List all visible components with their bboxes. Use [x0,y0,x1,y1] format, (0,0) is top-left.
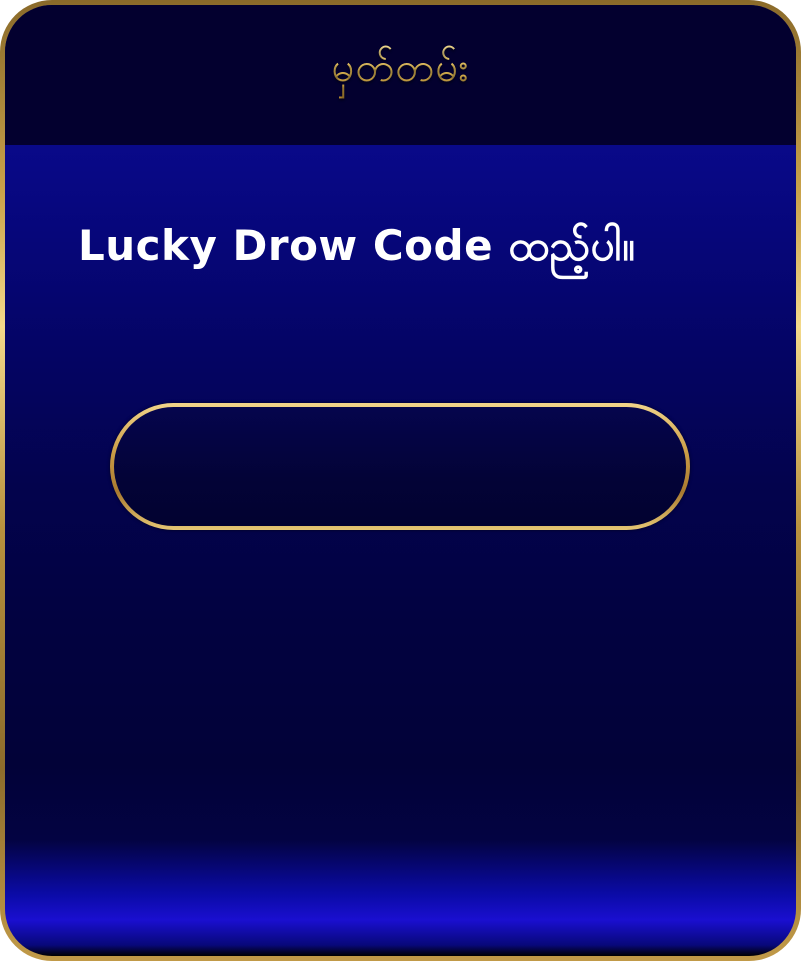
code-prompt-label: Lucky Drow Code ထည့်ပါ။ [78,221,636,270]
lucky-draw-code-input[interactable] [114,407,686,526]
dialog-frame: မှတ်တမ်း Lucky Drow Code ထည့်ပါ။ [0,0,801,961]
dialog-title: မှတ်တမ်း [332,42,470,101]
dialog-panel: မှတ်တမ်း Lucky Drow Code ထည့်ပါ။ [5,5,796,956]
dialog-header: မှတ်တမ်း [5,5,796,145]
code-input-container [110,403,690,530]
